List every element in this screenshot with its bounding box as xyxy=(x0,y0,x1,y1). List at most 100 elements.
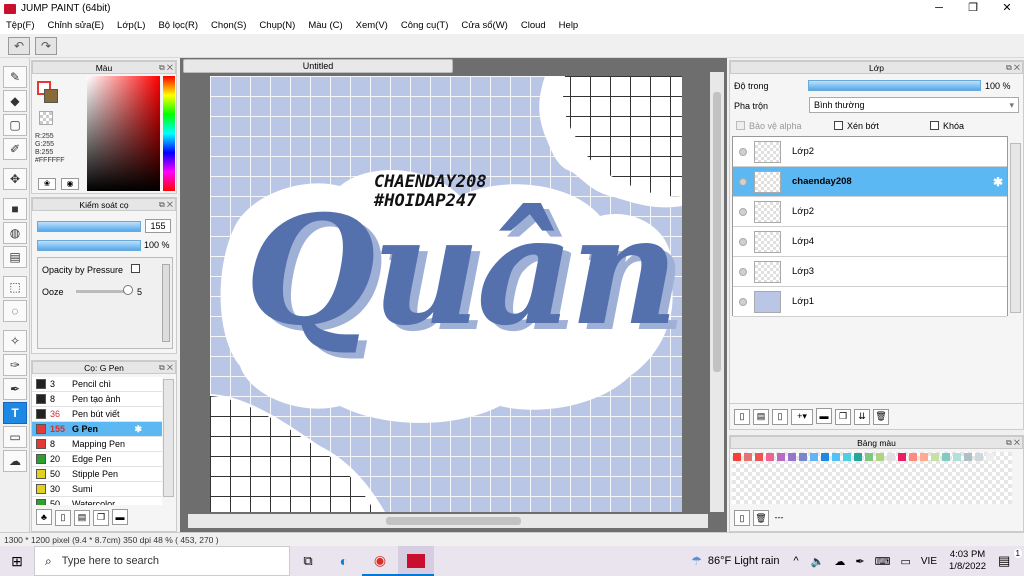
select-rect-tool[interactable]: ▢ xyxy=(3,114,27,136)
menu-tools[interactable]: Công cụ(T) xyxy=(401,20,449,31)
notifications-button[interactable]: ▤ 1 xyxy=(998,549,1024,569)
visibility-icon[interactable] xyxy=(739,267,747,276)
palette-swatch[interactable] xyxy=(799,453,807,461)
visibility-icon[interactable] xyxy=(739,297,747,306)
palette-swatch[interactable] xyxy=(876,453,884,461)
panel-buttons[interactable]: ⧉ ✕ xyxy=(159,362,173,374)
palette-swatch[interactable] xyxy=(942,453,950,461)
panel-buttons[interactable]: ⧉ ✕ xyxy=(159,62,173,74)
palette-swatch[interactable] xyxy=(843,453,851,461)
brush-item[interactable]: 20 Edge Pen xyxy=(32,452,162,467)
delete-layer-button[interactable]: 🗑 xyxy=(873,408,889,425)
language-indicator[interactable]: VIE xyxy=(921,556,937,567)
lasso-tool[interactable]: ◌ xyxy=(3,300,27,322)
task-view-button[interactable]: ⧉ xyxy=(290,553,326,569)
palette-swatch[interactable] xyxy=(744,453,752,461)
brush-size-slider[interactable] xyxy=(37,221,141,232)
select-pen-tool[interactable]: ✑ xyxy=(3,354,27,376)
transparent-color-swatch[interactable] xyxy=(39,111,53,125)
menu-select[interactable]: Chọn(S) xyxy=(211,20,246,31)
layer-row[interactable]: chaenday208 ✱ xyxy=(733,167,1007,197)
menu-edit[interactable]: Chỉnh sửa(E) xyxy=(48,20,105,31)
brush-item[interactable]: 50 Stipple Pen xyxy=(32,467,162,482)
layer-row[interactable]: Lớp3 xyxy=(733,257,1007,287)
start-button[interactable]: ⊞ xyxy=(0,553,34,570)
ooze-slider-thumb[interactable] xyxy=(123,285,133,295)
add-layer-menu-button[interactable]: +▾ xyxy=(791,408,813,425)
copy-brush-button[interactable]: ❐ xyxy=(93,509,109,526)
bucket-tool[interactable]: ◍ xyxy=(3,222,27,244)
menu-view[interactable]: Xem(V) xyxy=(356,20,388,31)
menu-color[interactable]: Màu (C) xyxy=(308,20,342,31)
close-button[interactable]: ✕ xyxy=(990,0,1024,17)
panel-buttons[interactable]: ⧉ ✕ xyxy=(1006,437,1020,449)
brush-list-scrollbar[interactable] xyxy=(163,379,174,497)
merge-layer-button[interactable]: ⇊ xyxy=(854,408,870,425)
menu-cloud[interactable]: Cloud xyxy=(521,20,546,31)
marquee-tool[interactable]: ⬚ xyxy=(3,276,27,298)
palette-swatch[interactable] xyxy=(909,453,917,461)
maximize-button[interactable]: ❐ xyxy=(956,0,990,17)
new-palette-color-button[interactable]: ▯ xyxy=(734,510,750,526)
palette-swatch[interactable] xyxy=(986,453,994,461)
text-tool[interactable]: T xyxy=(3,402,27,424)
layer-row[interactable]: Lớp4 xyxy=(733,227,1007,257)
clipping-checkbox[interactable] xyxy=(834,121,843,130)
canvas-vertical-scrollbar[interactable] xyxy=(710,72,724,512)
brush-opacity-slider[interactable] xyxy=(37,240,141,251)
new-halftone-layer-button[interactable]: ▤ xyxy=(753,408,769,425)
palette-swatch[interactable] xyxy=(810,453,818,461)
redo-button[interactable]: ↷ xyxy=(35,37,57,55)
layer-row[interactable]: Lớp2 xyxy=(733,137,1007,167)
new-layer-button[interactable]: ▯ xyxy=(734,408,750,425)
palette-swatch[interactable] xyxy=(931,453,939,461)
opacity-pressure-checkbox[interactable] xyxy=(131,264,140,273)
layer-folder-button[interactable]: ▬ xyxy=(816,408,832,424)
brush-item[interactable]: 36 Pen bút viết xyxy=(32,407,162,422)
volume-icon[interactable]: 🔈 xyxy=(811,555,825,568)
palette-swatch[interactable] xyxy=(953,453,961,461)
document-tab[interactable]: Untitled xyxy=(183,59,453,73)
palette-swatch[interactable] xyxy=(733,453,741,461)
eraser-tool[interactable]: ◆ xyxy=(3,90,27,112)
brush-menu-button[interactable]: ▤ xyxy=(74,509,90,526)
cloud-tool[interactable]: ☁ xyxy=(3,450,27,472)
palette-swatch[interactable] xyxy=(755,453,763,461)
layer-list-scrollbar[interactable] xyxy=(1010,143,1021,313)
palette-swatch[interactable] xyxy=(898,453,906,461)
menu-layer[interactable]: Lớp(L) xyxy=(117,20,145,31)
blur-tool[interactable]: ✐ xyxy=(3,138,27,160)
weather-text[interactable]: 86°F Light rain xyxy=(708,555,780,567)
search-box[interactable]: ⌕ Type here to search xyxy=(34,546,290,576)
brush-folder-button[interactable]: ▬ xyxy=(112,509,128,525)
pen-tray-icon[interactable]: ✒ xyxy=(855,555,864,568)
artwork-canvas[interactable]: CHAENDAY208 #HOIDAP247 Quân Quân xyxy=(210,76,682,512)
palette-swatch[interactable] xyxy=(777,453,785,461)
cloud-tray-icon[interactable]: ☁ xyxy=(834,555,845,568)
layer-row[interactable]: Lớp2 xyxy=(733,197,1007,227)
clock[interactable]: 4:03 PM 1/8/2022 xyxy=(949,549,986,573)
palette-swatch[interactable] xyxy=(920,453,928,461)
color-swap-button[interactable]: ◉ xyxy=(61,178,79,190)
undo-button[interactable]: ↶ xyxy=(8,37,30,55)
layer-opacity-slider[interactable] xyxy=(808,80,981,91)
canvas-horizontal-thumb[interactable] xyxy=(386,517,521,525)
gear-icon[interactable]: ✱ xyxy=(993,175,1003,189)
edge-app-button[interactable]: ◐ xyxy=(326,553,362,569)
palette-swatch[interactable] xyxy=(975,453,983,461)
saturation-value-picker[interactable] xyxy=(87,76,160,191)
background-color-swatch[interactable] xyxy=(44,89,58,103)
brush-tool[interactable]: ✎ xyxy=(3,66,27,88)
visibility-icon[interactable] xyxy=(739,237,747,246)
palette-swatch[interactable] xyxy=(865,453,873,461)
color-settings-button[interactable]: ❀ xyxy=(38,178,56,190)
keyboard-icon[interactable]: ⌨ xyxy=(875,555,891,568)
hue-slider[interactable] xyxy=(163,76,175,191)
brush-item[interactable]: 8 Pen tạo ảnh xyxy=(32,392,162,407)
layer-row[interactable]: Lớp1 xyxy=(733,287,1007,317)
brush-item[interactable]: 8 Mapping Pen xyxy=(32,437,162,452)
protect-alpha-checkbox[interactable] xyxy=(736,121,745,130)
minimize-button[interactable]: ─ xyxy=(922,0,956,17)
select-eraser-tool[interactable]: ✒ xyxy=(3,378,27,400)
palette-swatch[interactable] xyxy=(788,453,796,461)
